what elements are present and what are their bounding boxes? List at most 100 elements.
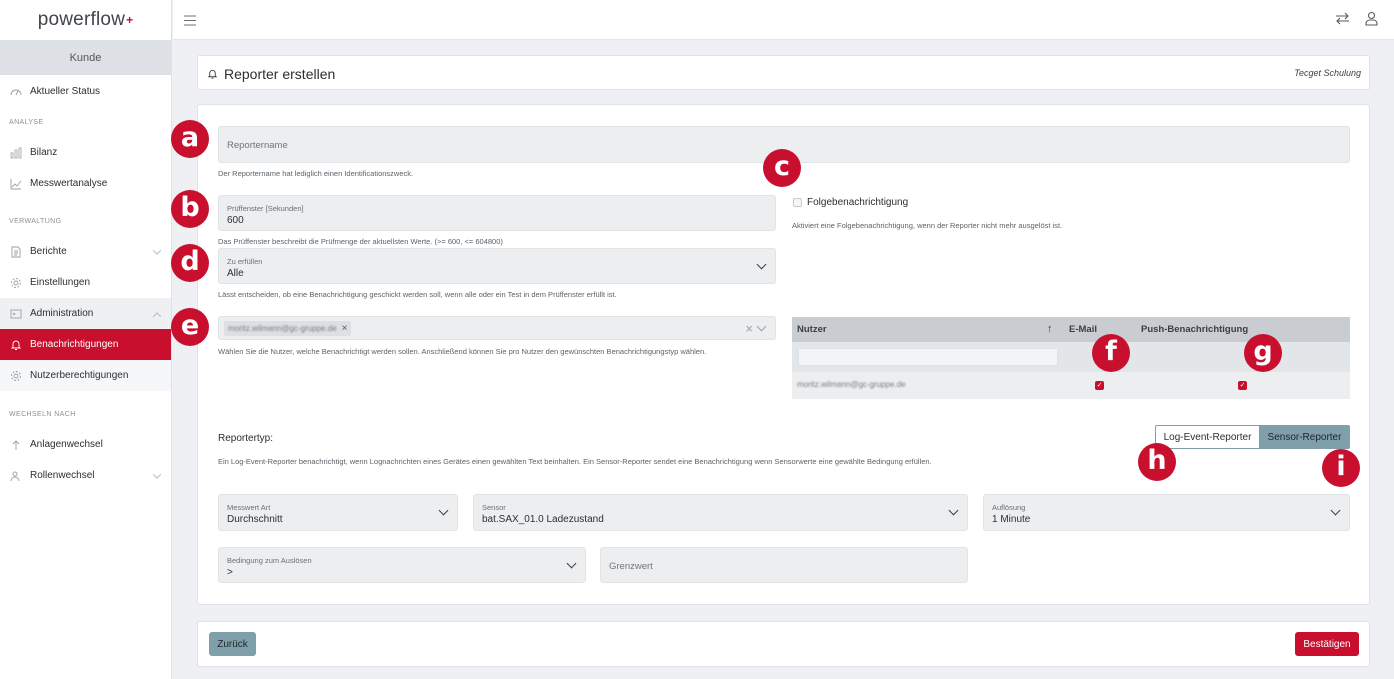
annotation-badge-h: h — [1138, 443, 1176, 481]
topbar — [173, 0, 1394, 40]
section-heading: ANALYSE — [9, 118, 44, 126]
messwert-art-select[interactable]: Messwert Art Durchschnitt — [218, 494, 458, 531]
pruefenster-help: Das Prüffenster beschreibt die Prüfmenge… — [218, 237, 503, 246]
sidebar-item-benachrichtigungen[interactable]: Benachrichtigungen — [0, 329, 171, 360]
email-checkbox[interactable]: ✓ — [1095, 381, 1104, 390]
aufloesung-value: 1 Minute — [992, 514, 1031, 525]
sensor-select[interactable]: Sensor bat.SAX_01.0 Ladezustand — [473, 494, 968, 531]
annotation-badge-b: b — [171, 190, 209, 228]
annotation-badge-f: f — [1092, 334, 1130, 372]
table-row: moritz.wilmann@gc-gruppe.de ✓ ✓ — [792, 372, 1350, 399]
sidebar: powerflow + Kunde Aktueller Status ANALYS… — [0, 0, 172, 679]
section-heading: VERWALTUNG — [9, 217, 62, 225]
logo: powerflow + — [0, 0, 171, 40]
chevron-down-icon — [438, 505, 449, 516]
zu-erfuellen-value: Alle — [227, 268, 244, 279]
zurueck-button[interactable]: Zurück — [209, 632, 256, 656]
push-checkbox[interactable]: ✓ — [1238, 381, 1247, 390]
sidebar-item-label: Rollenwechsel — [30, 470, 95, 481]
document-icon — [9, 245, 23, 259]
reportertyp-label: Reportertyp: — [218, 433, 274, 444]
sidebar-item-label: Messwertanalyse — [30, 178, 108, 189]
sidebar-item-berichte[interactable]: Berichte — [0, 236, 171, 267]
row-user: moritz.wilmann@gc-gruppe.de — [797, 380, 906, 389]
bedingung-value: > — [227, 567, 233, 578]
chevron-down-icon — [756, 259, 767, 270]
annotation-badge-c: c — [763, 149, 801, 187]
pruefenster-value: 600 — [227, 215, 244, 226]
sidebar-item-rollenwechsel[interactable]: Rollenwechsel — [0, 460, 171, 491]
chevron-down-icon — [152, 471, 162, 482]
chevron-down-icon — [566, 558, 577, 569]
hamburger-icon[interactable] — [184, 13, 196, 31]
customer-selector[interactable]: Kunde — [0, 40, 171, 75]
column-header-push[interactable]: Push-Benachrichtigung — [1141, 324, 1248, 335]
gear-icon — [9, 369, 23, 383]
folgebenachrichtigung-checkbox[interactable] — [793, 198, 802, 207]
sidebar-item-label: Bilanz — [30, 147, 58, 158]
sidebar-item-administration[interactable]: Administration — [0, 298, 171, 329]
pruefenster-label: Prüffenster [Sekunden] — [227, 204, 304, 213]
sidebar-item-label: Einstellungen — [30, 277, 91, 288]
messwert-art-label: Messwert Art — [227, 503, 271, 512]
messwert-art-value: Durchschnitt — [227, 514, 283, 525]
zu-erfuellen-label: Zu erfüllen — [227, 257, 263, 266]
log-event-reporter-label: Log-Event-Reporter — [1163, 431, 1252, 443]
page-header: Reporter erstellen Tecget Schulung — [197, 55, 1370, 90]
reportername-help: Der Reportername hat lediglich einen Ide… — [218, 169, 414, 178]
sidebar-item-anlagenwechsel[interactable]: Anlagenwechsel — [0, 429, 171, 460]
chevron-down-icon — [1330, 505, 1341, 516]
sort-arrow-icon[interactable]: ↑ — [1047, 323, 1053, 335]
sidebar-item-bilanz[interactable]: Bilanz — [0, 137, 171, 168]
sidebar-item-aktueller-status[interactable]: Aktueller Status — [0, 76, 171, 107]
folgebenachrichtigung-help: Aktiviert eine Folgebenachrichtigung, we… — [792, 221, 1063, 230]
bestaetigen-button[interactable]: Bestätigen — [1295, 632, 1359, 656]
reportertyp-help: Ein Log-Event-Reporter benachrichtigt, w… — [218, 457, 932, 466]
sidebar-item-label: Nutzerberechtigungen — [30, 370, 129, 381]
sidebar-item-nutzerberechtigungen[interactable]: Nutzerberechtigungen — [0, 360, 171, 391]
swap-icon[interactable] — [1335, 12, 1350, 30]
nutzer-tag-label: moritz.wilmann@gc-gruppe.de — [228, 324, 337, 333]
nutzer-help: Wählen Sie die Nutzer, welche Benachrich… — [218, 347, 707, 356]
column-header-email[interactable]: E-Mail — [1069, 324, 1097, 335]
zu-erfuellen-help: Lässt entscheiden, ob eine Benachrichtig… — [218, 290, 617, 299]
clear-icon[interactable]: × — [745, 321, 753, 336]
log-event-reporter-button[interactable]: Log-Event-Reporter — [1155, 425, 1259, 449]
sensor-label: Sensor — [482, 503, 506, 512]
reportertyp-toggle: Log-Event-Reporter Sensor-Reporter — [1155, 425, 1350, 449]
annotation-badge-e: e — [171, 308, 209, 346]
arrow-up-icon — [9, 438, 23, 452]
zurueck-label: Zurück — [217, 638, 248, 650]
gear-icon — [9, 276, 23, 290]
annotation-badge-d: d — [171, 244, 209, 282]
aufloesung-select[interactable]: Auflösung 1 Minute — [983, 494, 1350, 531]
sidebar-item-einstellungen[interactable]: Einstellungen — [0, 267, 171, 298]
nutzer-filter-input[interactable] — [798, 348, 1058, 366]
column-header-nutzer[interactable]: Nutzer — [797, 324, 827, 335]
sidebar-item-messwertanalyse[interactable]: Messwertanalyse — [0, 168, 171, 199]
page-title: Reporter erstellen — [224, 66, 336, 82]
gauge-icon — [9, 85, 23, 99]
aufloesung-label: Auflösung — [992, 503, 1026, 512]
grenzwert-input[interactable]: Grenzwert — [600, 547, 968, 583]
grenzwert-placeholder: Grenzwert — [609, 561, 653, 572]
remove-tag-icon[interactable]: × — [342, 321, 348, 336]
sensor-value: bat.SAX_01.0 Ladezustand — [482, 514, 604, 525]
bestaetigen-label: Bestätigen — [1303, 638, 1351, 650]
sensor-reporter-button[interactable]: Sensor-Reporter — [1259, 425, 1350, 449]
customer-label: Kunde — [69, 51, 102, 64]
chevron-down-icon[interactable] — [756, 321, 767, 332]
nutzer-tag[interactable]: moritz.wilmann@gc-gruppe.de × — [224, 321, 352, 336]
bedingung-select[interactable]: Bedingung zum Auslösen > — [218, 547, 586, 583]
chevron-up-icon — [152, 309, 162, 320]
user-icon[interactable] — [1365, 11, 1378, 31]
footer-card: Zurück Bestätigen — [197, 621, 1370, 667]
bell-icon — [9, 338, 23, 352]
sidebar-item-label: Administration — [30, 308, 94, 319]
zu-erfuellen-select[interactable]: Zu erfüllen Alle — [218, 248, 776, 284]
sensor-reporter-label: Sensor-Reporter — [1267, 431, 1342, 443]
pruefenster-input[interactable]: Prüffenster [Sekunden] 600 — [218, 195, 776, 231]
users-icon — [9, 469, 23, 483]
nutzer-multiselect[interactable]: moritz.wilmann@gc-gruppe.de × × — [218, 316, 776, 340]
chevron-down-icon — [152, 247, 162, 258]
